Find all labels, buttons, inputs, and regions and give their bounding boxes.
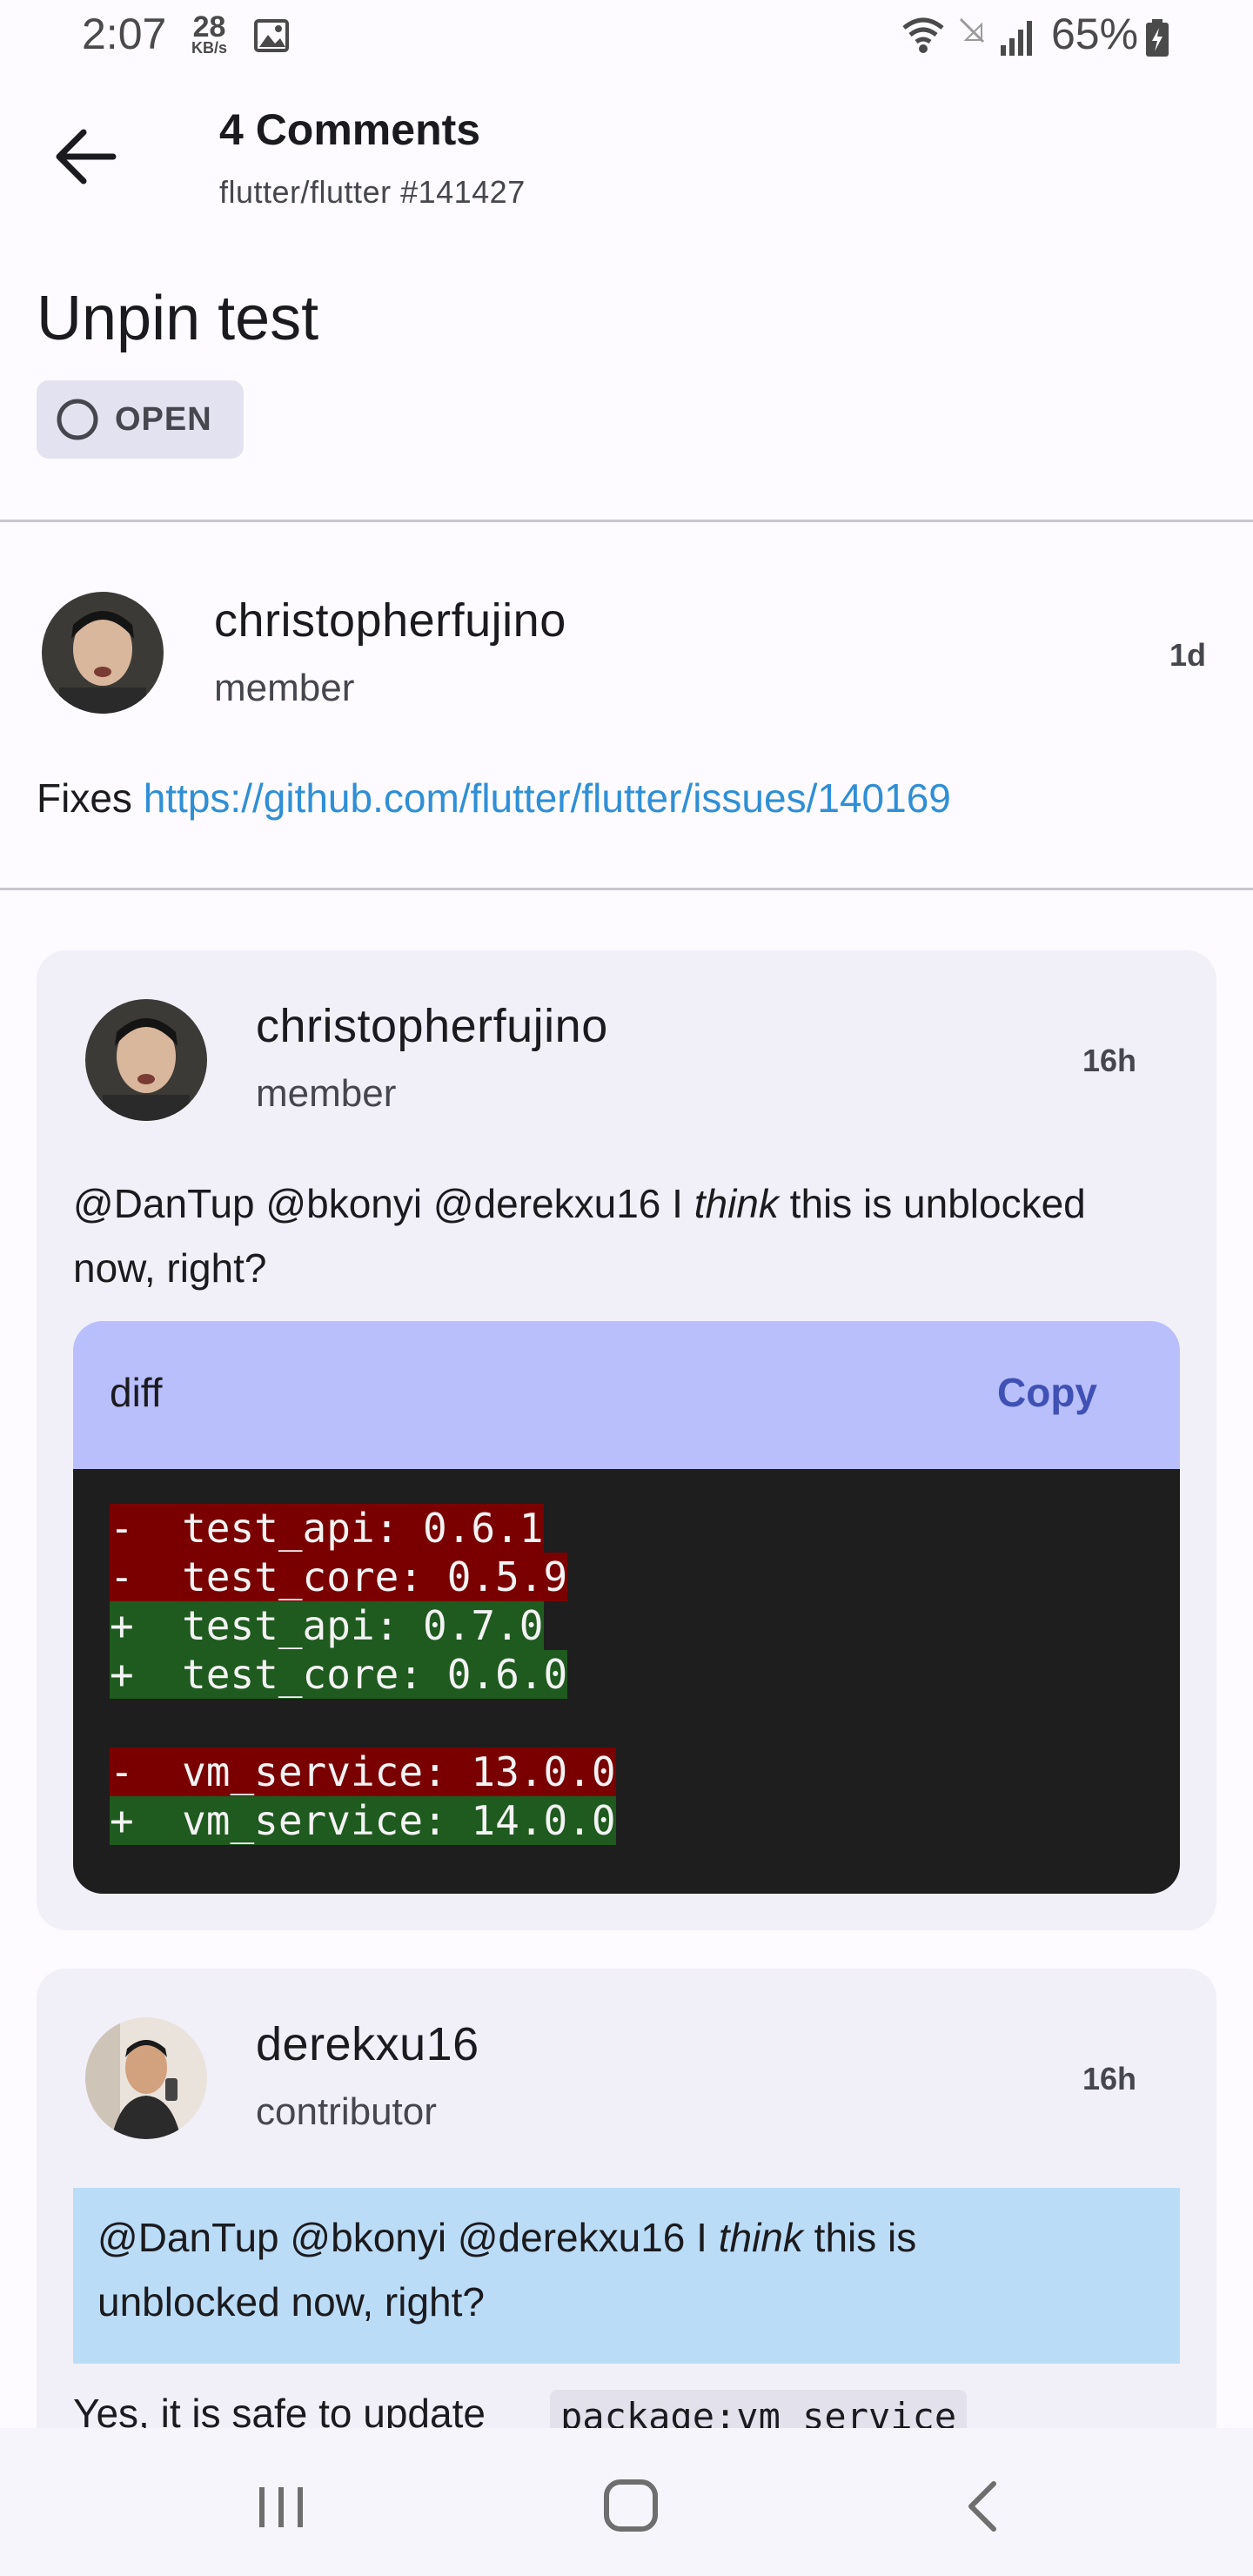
quote-text: unblocked now, right? bbox=[97, 2279, 485, 2324]
comment-age: 16h bbox=[1082, 2061, 1137, 2096]
circle-open-icon bbox=[57, 399, 98, 440]
app-bar-title: 4 Comments bbox=[219, 105, 481, 154]
code-line: - vm_service: 13.0.0 bbox=[110, 1748, 616, 1796]
repository-issue-number[interactable]: flutter/flutter #141427 bbox=[219, 174, 526, 211]
home-icon[interactable] bbox=[592, 2472, 670, 2541]
battery-percent: 65% bbox=[1051, 10, 1139, 58]
quoted-reply-text: @DanTup @bkonyi @derekxu16 I think this … bbox=[97, 2205, 1142, 2334]
issue-state-badge: OPEN bbox=[37, 380, 244, 459]
code-language: diff bbox=[110, 1370, 163, 1415]
wifi-icon bbox=[902, 17, 944, 53]
post-body: Fixes https://github.com/flutter/flutter… bbox=[37, 766, 951, 830]
arrow-back-icon bbox=[56, 129, 117, 184]
network-speed-unit: KB/s bbox=[191, 39, 228, 57]
gallery-icon bbox=[254, 19, 289, 52]
status-time: 2:07 bbox=[82, 10, 167, 58]
battery-charging-icon bbox=[1146, 19, 1169, 57]
author-role: contributor bbox=[256, 2090, 437, 2133]
quote-text: this is bbox=[802, 2215, 917, 2260]
nav-back-icon[interactable] bbox=[945, 2472, 1023, 2541]
post-body-prefix: Fixes bbox=[37, 775, 144, 821]
back-button[interactable] bbox=[44, 113, 131, 200]
network-speed-value: 28 bbox=[192, 10, 226, 44]
opening-post: christopherfujino member 1d Fixes https:… bbox=[0, 522, 1253, 888]
author-role: member bbox=[256, 1072, 397, 1115]
author-name[interactable]: christopherfujino bbox=[214, 594, 566, 647]
issue-title: Unpin test bbox=[37, 284, 319, 353]
code-line: - test_api: 0.6.1 bbox=[110, 1504, 544, 1553]
post-age: 1d bbox=[1169, 637, 1207, 673]
copy-code-button[interactable]: Copy bbox=[997, 1369, 1097, 1416]
signal-icon bbox=[1001, 21, 1032, 56]
avatar[interactable] bbox=[85, 999, 207, 1121]
comment-text: this is unblocked bbox=[778, 1181, 1086, 1226]
code-line: + test_api: 0.7.0 bbox=[110, 1601, 544, 1650]
comment-body: @DanTup @bkonyi @derekxu16 I think this … bbox=[73, 1171, 1204, 1300]
comment-text: @DanTup @bkonyi @derekxu16 I bbox=[73, 1181, 694, 1226]
author-name[interactable]: derekxu16 bbox=[256, 2017, 479, 2071]
network-speed: 28 KB/s bbox=[191, 10, 228, 57]
issue-link[interactable]: https://github.com/flutter/flutter/issue… bbox=[144, 775, 951, 821]
divider bbox=[0, 888, 1253, 890]
author-name[interactable]: christopherfujino bbox=[256, 999, 608, 1053]
quote-text: @DanTup @bkonyi @derekxu16 I bbox=[97, 2215, 719, 2260]
issue-state-label: OPEN bbox=[115, 400, 212, 438]
code-line: + test_core: 0.6.0 bbox=[110, 1650, 568, 1699]
recent-apps-icon[interactable] bbox=[242, 2472, 320, 2541]
code-line: + vm_service: 14.0.0 bbox=[110, 1796, 616, 1845]
no-signal-icon bbox=[959, 17, 985, 44]
status-bar: 2:07 28 KB/s 65% bbox=[0, 0, 1253, 75]
quote-emphasis: think bbox=[718, 2215, 803, 2260]
avatar[interactable] bbox=[42, 592, 164, 714]
comment-age: 16h bbox=[1082, 1043, 1137, 1078]
comment-emphasis: think bbox=[694, 1181, 779, 1226]
code-line: - test_core: 0.5.9 bbox=[110, 1553, 568, 1601]
author-role: member bbox=[214, 667, 355, 709]
comment-text: now, right? bbox=[73, 1245, 267, 1291]
avatar[interactable] bbox=[85, 2017, 207, 2139]
